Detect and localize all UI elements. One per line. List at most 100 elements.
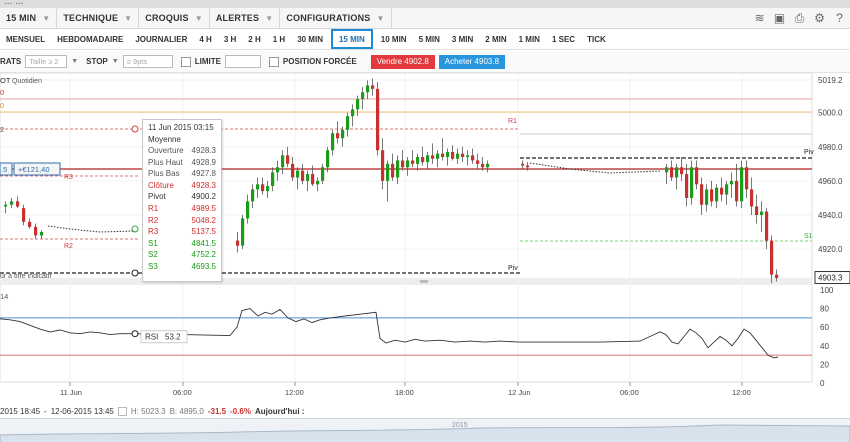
timeframe-10-min[interactable]: 10 MIN (375, 29, 413, 50)
candle-up (366, 85, 370, 93)
level-label: 2 (0, 125, 4, 134)
candle-down (421, 157, 425, 163)
chevron-down-icon[interactable]: ▼ (71, 58, 78, 65)
sell-button[interactable]: Vendre 4902.8 (370, 54, 435, 69)
timeframe-4-h[interactable]: 4 H (193, 29, 217, 50)
timeframe-3-min[interactable]: 3 MIN (446, 29, 479, 50)
tooltip-row: Clôture 4928.3 (148, 180, 216, 192)
candle-up (715, 187, 719, 202)
tooltip-label: R1 (148, 203, 159, 213)
candle-up (256, 184, 260, 190)
menu-timeframe[interactable]: 15 MIN ▼ (0, 7, 58, 29)
tooltip-value: 4693.5 (191, 261, 216, 271)
candle-down (521, 163, 525, 166)
layers-icon[interactable]: ≋ (753, 12, 766, 25)
price-tick: 4920.0 (818, 245, 843, 254)
timeframe-tick[interactable]: TICK (581, 29, 612, 50)
candle-down (755, 206, 759, 215)
limite-checkbox[interactable] (180, 56, 191, 67)
menu-configurations[interactable]: CONFIGURATIONS ▼ (280, 7, 392, 29)
timeframe-15-min[interactable]: 15 MIN (330, 29, 373, 49)
chevron-down-icon[interactable]: ▼ (112, 58, 119, 65)
candle-up (321, 167, 325, 181)
price-chart[interactable]: R1 R3 R2 Piv Piv S1 RSI 53.2 14 OT Quotidien 0 0 2 u… (0, 72, 850, 405)
candle-up (486, 163, 490, 168)
image-icon[interactable]: ▣ (773, 12, 786, 25)
chart-navigator[interactable]: 2015 (0, 418, 850, 442)
tooltip-label: S1 (148, 238, 158, 248)
chevron-down-icon: ▼ (124, 13, 133, 23)
tooltip-label: Ouverture (148, 146, 184, 155)
size-input[interactable]: Taille ≥ 2 (25, 55, 68, 68)
stop-input[interactable]: ≥ 9pts (122, 55, 173, 68)
r2-label: R2 (64, 243, 73, 250)
candle-up (705, 189, 709, 205)
help-icon[interactable]: ? (833, 12, 846, 25)
time-tick: 06:00 (620, 388, 639, 397)
candle-down (526, 165, 530, 168)
timeframe-mensuel[interactable]: MENSUEL (0, 29, 51, 50)
candle-down (770, 240, 774, 275)
timeframe-1-min[interactable]: 1 MIN (513, 29, 546, 50)
timeframe-2-min[interactable]: 2 MIN (479, 29, 512, 50)
time-tick: 11 Jun (60, 388, 82, 397)
timeframe-3-h[interactable]: 3 H (218, 29, 242, 50)
candle-down (680, 167, 684, 175)
timeframe-30-min[interactable]: 30 MIN (291, 29, 329, 50)
chevron-down-icon: ▼ (42, 13, 51, 23)
limite-label: LIMITE (194, 57, 221, 66)
settings-icon[interactable]: ⚙ (813, 12, 826, 25)
candle-up (426, 155, 430, 163)
candle-up (690, 167, 694, 198)
rsi-value: 53.2 (165, 333, 181, 342)
chevron-down-icon: ▼ (265, 13, 274, 23)
chevron-down-icon: ▼ (194, 13, 203, 23)
tooltip-label: R3 (148, 227, 159, 237)
candle-up (725, 184, 729, 195)
candle-up (341, 129, 345, 139)
print-icon[interactable]: ⎙ (793, 12, 806, 25)
tooltip-row: R2 5048.2 (148, 215, 216, 227)
position-checkbox[interactable] (268, 56, 279, 67)
candle-up (466, 155, 470, 158)
time-tick: 12:00 (732, 388, 751, 397)
menu-croquis[interactable]: CROQUIS ▼ (139, 7, 210, 29)
menu-alertes[interactable]: ALERTES ▼ (210, 7, 281, 29)
toolbar-icons: ≋ ▣ ⎙ ⚙ ? (753, 8, 846, 29)
tooltip-value: 5048.2 (191, 215, 216, 225)
time-tick: 06:00 (173, 388, 192, 397)
range-box[interactable] (117, 406, 127, 416)
tooltip-value: 4900.2 (191, 192, 216, 202)
chart-area[interactable]: R1 R3 R2 Piv Piv S1 RSI 53.2 14 OT Quotidien 0 0 2 u… (0, 72, 850, 405)
timeframe-hebdomadaire[interactable]: HEBDOMADAIRE (51, 29, 129, 50)
range-from: 2015 18:45 (0, 406, 41, 416)
stop-label: STOP (86, 57, 108, 66)
candle-up (326, 150, 330, 168)
timeframe-2-h[interactable]: 2 H (242, 29, 266, 50)
candle-down (336, 133, 340, 139)
candle-up (416, 157, 420, 164)
candle-up (246, 201, 250, 219)
price-tick: 4940.0 (818, 211, 843, 220)
tooltip-subtitle: Moyenne (148, 135, 181, 144)
tooltip-label: Pivot (148, 192, 166, 202)
buy-button[interactable]: Acheter 4903.8 (438, 54, 506, 69)
order-bar: RATS Taille ≥ 2 ▼ STOP ▼ ≥ 9pts LIMITE P… (0, 51, 850, 73)
candle-up (331, 133, 335, 151)
limite-input[interactable] (224, 55, 261, 68)
timeframe-5-min[interactable]: 5 MIN (413, 29, 446, 50)
timeframe-1-h[interactable]: 1 H (267, 29, 291, 50)
status-change-pts: -31.5 (207, 406, 227, 416)
timeframe-1-sec[interactable]: 1 SEC (546, 29, 581, 50)
candle-up (675, 167, 679, 178)
candle-down (441, 153, 445, 158)
tooltip-value: 4928.3 (191, 146, 216, 155)
window-title: ... ... (4, 0, 24, 7)
timeframe-journalier[interactable]: JOURNALIER (129, 29, 193, 50)
candle-down (411, 160, 415, 164)
menu-technique[interactable]: TECHNIQUE ▼ (57, 7, 140, 29)
pivot-label: Piv (804, 149, 814, 156)
tooltip-label: R2 (148, 215, 159, 225)
status-low: B: 4895.0 (169, 406, 204, 416)
candle-up (356, 99, 360, 110)
